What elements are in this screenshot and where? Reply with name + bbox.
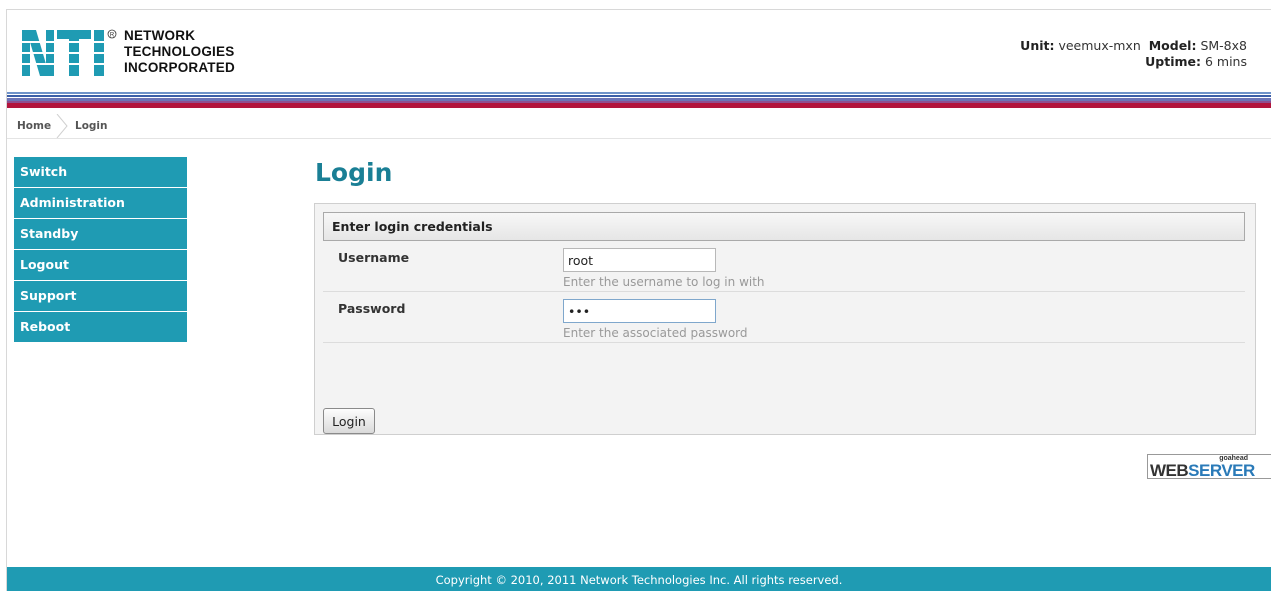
sidebar-item-reboot[interactable]: Reboot (14, 312, 187, 342)
password-hint: Enter the associated password (563, 326, 748, 340)
breadcrumb-home[interactable]: Home (17, 120, 51, 132)
unit-value: veemux-mxn (1058, 38, 1141, 53)
logo-text: NETWORK TECHNOLOGIES INCORPORATED (124, 28, 235, 76)
logo-line-2: TECHNOLOGIES (124, 44, 235, 59)
username-hint: Enter the username to log in with (563, 275, 765, 289)
password-input[interactable] (563, 299, 716, 323)
breadcrumb-separator-icon (56, 114, 68, 138)
model-label: Model: (1148, 38, 1197, 53)
sidebar: Switch Administration Standby Logout Sup… (14, 157, 187, 343)
nti-logo-icon: R (21, 29, 117, 76)
sidebar-item-administration[interactable]: Administration (14, 188, 187, 218)
password-label: Password (338, 301, 406, 316)
password-row: Password Enter the associated password (323, 293, 1245, 343)
badge-server-text: SERVER (1188, 461, 1255, 480)
username-input[interactable] (563, 248, 716, 272)
page-title: Login (315, 158, 393, 187)
goahead-webserver-badge[interactable]: goahead WEBSERVER (1147, 454, 1271, 481)
badge-web-text: WEB (1150, 461, 1189, 480)
model-value: SM-8x8 (1200, 38, 1247, 53)
badge-main-text: WEBSERVER (1150, 461, 1255, 481)
breadcrumb-current: Login (75, 120, 108, 132)
login-panel: Enter login credentials Username Enter t… (314, 203, 1256, 435)
uptime-value: 6 mins (1204, 54, 1247, 69)
footer-copyright: Copyright © 2010, 2011 Network Technolog… (435, 573, 843, 587)
svg-text:R: R (110, 33, 115, 39)
unit-label: Unit: (1020, 38, 1055, 53)
header: R NETWORK TECHNOLOGIES INCORPORATED Unit… (7, 10, 1271, 92)
username-row: Username Enter the username to log in wi… (323, 242, 1245, 292)
uptime-label: Uptime: (1145, 54, 1201, 69)
panel-header: Enter login credentials (323, 212, 1245, 241)
logo-line-3: INCORPORATED (124, 60, 235, 75)
sidebar-item-logout[interactable]: Logout (14, 250, 187, 280)
nti-logo[interactable]: R NETWORK TECHNOLOGIES INCORPORATED (21, 28, 261, 78)
login-button[interactable]: Login (323, 408, 375, 434)
header-stripes (7, 92, 1271, 110)
unit-info: Unit: veemux-mxn Model: SM-8x8 Uptime: 6… (1020, 38, 1247, 70)
sidebar-item-support[interactable]: Support (14, 281, 187, 311)
footer: Copyright © 2010, 2011 Network Technolog… (7, 567, 1271, 591)
sidebar-item-standby[interactable]: Standby (14, 219, 187, 249)
logo-line-1: NETWORK (124, 28, 196, 43)
page-frame: R NETWORK TECHNOLOGIES INCORPORATED Unit… (6, 9, 1271, 591)
breadcrumb: Home Login (7, 113, 1271, 139)
username-label: Username (338, 250, 410, 265)
sidebar-item-switch[interactable]: Switch (14, 157, 187, 187)
